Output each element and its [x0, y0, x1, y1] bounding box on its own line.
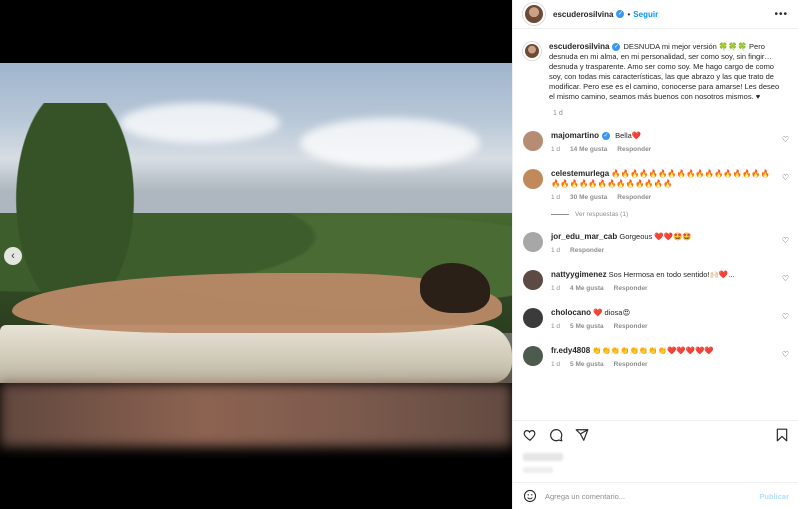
commenter-avatar[interactable] [523, 232, 543, 252]
caption-avatar[interactable] [523, 42, 541, 60]
comment-time: 1 d [551, 247, 561, 254]
comment-likes[interactable]: 30 Me gusta [570, 193, 607, 203]
view-replies-button[interactable]: Ver respuestas (1) [551, 211, 789, 218]
blurred-background [0, 383, 512, 447]
comment-item: celestemurlega 🔥🔥🔥🔥🔥🔥🔥🔥🔥🔥🔥🔥🔥🔥🔥🔥🔥🔥🔥🔥🔥🔥🔥🔥🔥… [523, 169, 789, 203]
replies-line [551, 214, 569, 215]
caption-text-block: escuderosilvina ✓ DESNUDA mi mejor versión… [549, 42, 787, 102]
reply-button[interactable]: Responder [570, 246, 604, 256]
media-pane: ‹ [0, 0, 512, 509]
commenter-avatar[interactable] [523, 131, 543, 151]
comment-like-heart-icon[interactable]: ♡ [782, 236, 789, 245]
post-date-blurred [523, 467, 553, 473]
emoji-icon[interactable] [523, 489, 537, 503]
publish-button[interactable]: Publicar [759, 492, 789, 501]
comment-text: 👏👏👏👏👏👏👏👏❤️❤️❤️❤️❤️ [592, 346, 714, 355]
comment-like-heart-icon[interactable]: ♡ [782, 135, 789, 144]
comment-item: nattyygimenez Sos Hermosa en todo sentid… [523, 270, 789, 294]
commenter-avatar[interactable] [523, 169, 543, 189]
reply-button[interactable]: Responder [614, 284, 648, 294]
bookmark-icon[interactable] [775, 428, 789, 442]
follow-button[interactable]: Seguir [633, 10, 658, 19]
reply-button[interactable]: Responder [617, 145, 651, 155]
author-username[interactable]: escuderosilvina [553, 10, 613, 19]
comment-like-heart-icon[interactable]: ♡ [782, 312, 789, 321]
reply-button[interactable]: Responder [614, 322, 648, 332]
previous-slide-button[interactable]: ‹ [4, 247, 22, 265]
commenter-username[interactable]: celestemurlega [551, 169, 609, 178]
post-actions [513, 420, 798, 480]
separator-dot: • [627, 9, 631, 19]
commenter-username[interactable]: jor_edu_mar_cab [551, 232, 617, 241]
caption-time: 1 d [553, 110, 563, 117]
comment-icon[interactable] [549, 428, 563, 442]
heart-icon[interactable] [523, 428, 537, 442]
add-comment-bar: Publicar [513, 482, 798, 509]
post-sidebar: escuderosilvina ✓ • Seguir ••• escuderos… [512, 0, 798, 509]
commenter-username[interactable]: fr.edy4808 [551, 346, 590, 355]
commenter-avatar[interactable] [523, 346, 543, 366]
comment-text: Sos Hermosa en todo sentido!🙌🏻❤️... [608, 270, 735, 279]
commenter-avatar[interactable] [523, 308, 543, 328]
verified-badge-icon: ✓ [612, 43, 621, 52]
comment-time: 1 d [551, 146, 561, 153]
commenter-username[interactable]: nattyygimenez [551, 270, 607, 279]
comment-likes[interactable]: 5 Me gusta [570, 360, 604, 370]
author-avatar[interactable] [523, 3, 545, 25]
commenter-username[interactable]: majomartino [551, 131, 599, 140]
comment-time: 1 d [551, 323, 561, 330]
verified-badge-icon: ✓ [602, 132, 611, 141]
comment-likes[interactable]: 5 Me gusta [570, 322, 604, 332]
comment-item: fr.edy4808 👏👏👏👏👏👏👏👏❤️❤️❤️❤️❤️ 1 d 5 Me g… [523, 346, 789, 370]
commenter-avatar[interactable] [523, 270, 543, 290]
post-header: escuderosilvina ✓ • Seguir ••• [513, 0, 798, 29]
verified-badge-icon: ✓ [616, 10, 625, 18]
comment-like-heart-icon[interactable]: ♡ [782, 274, 789, 283]
comment-text: Gorgeous ❤️❤️🤩🤩 [619, 232, 692, 241]
comment-item: majomartino ✓ Bella❤️ 1 d 14 Me gusta Res… [523, 131, 789, 155]
comment-time: 1 d [551, 361, 561, 368]
reply-button[interactable]: Responder [617, 193, 651, 203]
comments-scroll[interactable]: escuderosilvina ✓ DESNUDA mi mejor versión… [513, 30, 798, 420]
comment-item: cholocano ❤️ diosa😍 1 d 5 Me gusta Respo… [523, 308, 789, 332]
comment-text: ❤️ diosa😍 [593, 308, 631, 317]
float-mattress [0, 325, 512, 383]
comment-like-heart-icon[interactable]: ♡ [782, 350, 789, 359]
comment-likes[interactable]: 4 Me gusta [570, 284, 604, 294]
comment-like-heart-icon[interactable]: ♡ [782, 173, 789, 182]
comment-input[interactable] [545, 491, 752, 501]
figure-hair [420, 263, 490, 313]
comment-time: 1 d [551, 194, 561, 201]
cloud [300, 118, 480, 168]
view-replies-label[interactable]: Ver respuestas (1) [575, 211, 628, 218]
commenter-username[interactable]: cholocano [551, 308, 591, 317]
likes-count-blurred [523, 453, 563, 461]
reply-button[interactable]: Responder [614, 360, 648, 370]
more-options-icon[interactable]: ••• [774, 9, 788, 20]
caption: escuderosilvina ✓ DESNUDA mi mejor versión… [523, 42, 789, 102]
comment-likes[interactable]: 14 Me gusta [570, 145, 607, 155]
share-icon[interactable] [575, 428, 589, 442]
comment-text: Bella❤️ [615, 131, 642, 140]
comment-time: 1 d [551, 285, 561, 292]
caption-username[interactable]: escuderosilvina [549, 42, 609, 51]
post-photo[interactable] [0, 63, 512, 383]
comment-item: jor_edu_mar_cab Gorgeous ❤️❤️🤩🤩 1 d Resp… [523, 232, 789, 256]
